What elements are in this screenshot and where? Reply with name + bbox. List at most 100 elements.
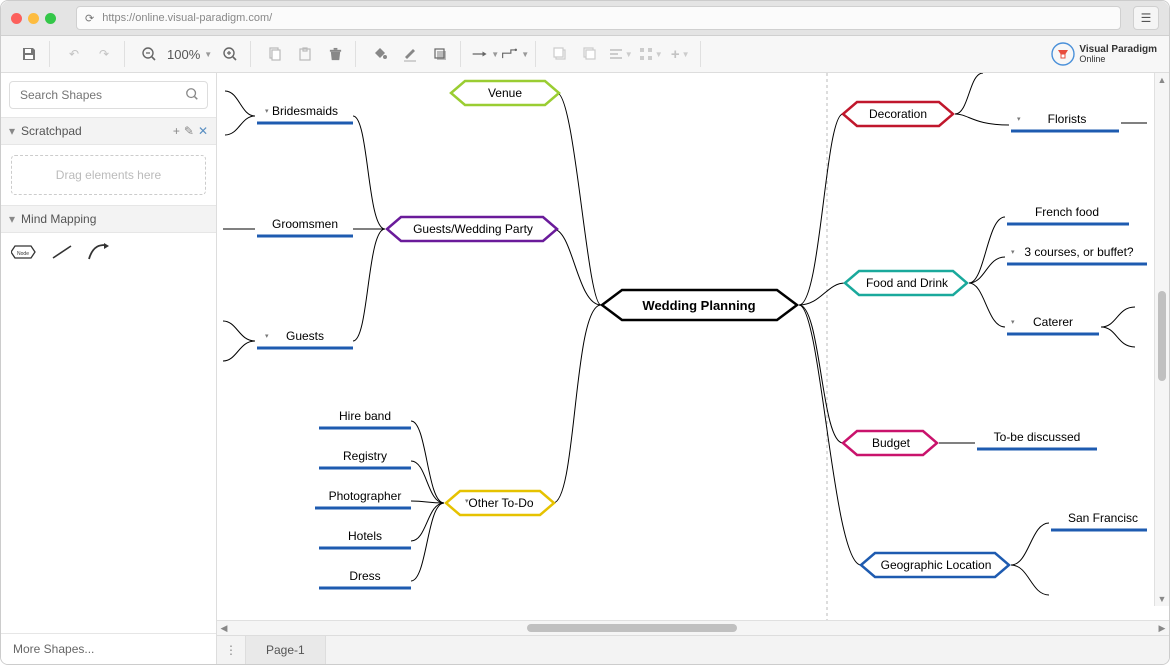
node-groomsmen[interactable]: Groomsmen — [257, 217, 353, 236]
search-icon[interactable] — [185, 87, 199, 104]
svg-text:▾: ▾ — [265, 333, 269, 340]
scratchpad-dropzone[interactable]: Drag elements here — [11, 155, 206, 195]
product-logo[interactable]: Visual ParadigmOnline — [1051, 42, 1161, 66]
svg-text:Guests/Wedding Party: Guests/Wedding Party — [413, 222, 533, 236]
svg-text:▾: ▾ — [1011, 319, 1015, 326]
diagram-canvas-area: ⋮ .conn{fill:none;stroke:#000;stroke-wid… — [217, 73, 1169, 664]
node-guests[interactable]: Guests ▾ — [257, 329, 353, 348]
address-bar[interactable]: ⟳ https://online.visual-paradigm.com/ — [76, 6, 1121, 30]
node-venue[interactable]: Venue — [451, 81, 559, 105]
scroll-right-icon[interactable]: ▶ — [1155, 621, 1169, 635]
svg-text:Other To-Do: Other To-Do — [468, 496, 533, 510]
svg-text:Groomsmen: Groomsmen — [272, 217, 338, 231]
node-geo[interactable]: Geographic Location — [861, 553, 1009, 577]
hscroll-thumb[interactable] — [527, 624, 737, 632]
undo-button[interactable]: ↶ — [60, 41, 88, 67]
node-decoration[interactable]: Decoration — [843, 102, 953, 126]
more-shapes-button[interactable]: More Shapes... — [1, 633, 216, 664]
node-hireband[interactable]: Hire band — [319, 409, 411, 428]
node-frenchfood[interactable]: French food — [1007, 205, 1129, 224]
node-photographer[interactable]: Photographer — [315, 489, 411, 508]
reload-icon[interactable]: ⟳ — [85, 12, 94, 25]
connection-style-button[interactable]: ▼ — [471, 41, 499, 67]
scratchpad-edit-icon[interactable]: ✎ — [184, 124, 194, 138]
branch-curve-stencil[interactable] — [87, 243, 111, 261]
svg-text:Hire band: Hire band — [339, 409, 391, 423]
svg-text:Decoration: Decoration — [869, 107, 927, 121]
scroll-down-icon[interactable]: ▼ — [1155, 592, 1169, 606]
svg-text:To-be discussed: To-be discussed — [994, 430, 1081, 444]
vertical-scrollbar[interactable]: ▲ ▼ — [1154, 73, 1169, 606]
page-menu-icon[interactable]: ⋮ — [217, 636, 246, 664]
node-3courses[interactable]: 3 courses, or buffet?▾ — [1007, 245, 1147, 264]
vscroll-thumb[interactable] — [1158, 291, 1166, 381]
node-stencil[interactable]: Node — [11, 244, 37, 260]
node-hotels[interactable]: Hotels — [319, 529, 411, 548]
node-gwp[interactable]: Guests/Wedding Party — [387, 217, 557, 241]
scratchpad-close-icon[interactable]: ✕ — [198, 124, 208, 138]
node-other[interactable]: Other To-Do ▾ — [446, 491, 554, 515]
node-registry[interactable]: Registry — [319, 449, 411, 468]
svg-text:San Francisc: San Francisc — [1068, 511, 1138, 525]
line-color-button[interactable] — [396, 41, 424, 67]
scroll-left-icon[interactable]: ◀ — [217, 621, 231, 635]
svg-text:▾: ▾ — [1017, 116, 1021, 123]
save-button[interactable] — [15, 41, 43, 67]
fill-color-button[interactable] — [366, 41, 394, 67]
scroll-up-icon[interactable]: ▲ — [1155, 73, 1169, 87]
to-back-button[interactable] — [576, 41, 604, 67]
svg-text:▾: ▾ — [1011, 249, 1015, 256]
svg-text:Bridesmaids: Bridesmaids — [272, 104, 338, 118]
scratchpad-add-icon[interactable]: + — [173, 124, 180, 138]
node-sanfrancisc[interactable]: San Francisc — [1051, 511, 1147, 530]
add-shape-button[interactable]: +▼ — [666, 41, 694, 67]
node-dress[interactable]: Dress — [319, 569, 411, 588]
page-tab[interactable]: Page-1 — [246, 636, 326, 664]
horizontal-scrollbar[interactable]: ◀ ▶ — [217, 620, 1169, 635]
branch-line-stencil[interactable] — [51, 244, 73, 260]
delete-button[interactable] — [321, 41, 349, 67]
search-shapes-input[interactable] — [9, 81, 208, 109]
main-toolbar: ↶ ↷ 100%▼ ▼ ▼ ▼ ▼ +▼ — [1, 36, 1169, 73]
svg-text:Dress: Dress — [349, 569, 380, 583]
collapse-icon[interactable]: ▾ — [9, 212, 15, 226]
svg-text:Florists: Florists — [1048, 112, 1087, 126]
svg-text:▾: ▾ — [465, 498, 469, 505]
svg-text:Guests: Guests — [286, 329, 324, 343]
waypoint-style-button[interactable]: ▼ — [501, 41, 529, 67]
node-tobediscussed[interactable]: To-be discussed — [977, 430, 1097, 449]
svg-text:Hotels: Hotels — [348, 529, 382, 543]
node-caterer[interactable]: Caterer ▾ — [1007, 315, 1099, 334]
svg-text:Venue: Venue — [488, 86, 522, 100]
minimize-window-dot[interactable] — [28, 13, 39, 24]
svg-text:Caterer: Caterer — [1033, 315, 1073, 329]
node-food[interactable]: Food and Drink — [845, 271, 967, 295]
copy-button[interactable] — [261, 41, 289, 67]
node-budget[interactable]: Budget — [843, 431, 937, 455]
node-root[interactable]: Wedding Planning — [602, 290, 797, 320]
scratchpad-header[interactable]: ▾ Scratchpad + ✎ ✕ — [1, 117, 216, 145]
mindmapping-header[interactable]: ▾ Mind Mapping — [1, 205, 216, 233]
mindmap-stencils: Node — [1, 233, 216, 271]
zoom-in-button[interactable] — [216, 41, 244, 67]
distribute-button[interactable]: ▼ — [636, 41, 664, 67]
to-front-button[interactable] — [546, 41, 574, 67]
svg-text:Wedding Planning: Wedding Planning — [642, 298, 755, 313]
svg-text:Registry: Registry — [343, 449, 387, 463]
zoom-out-button[interactable] — [135, 41, 163, 67]
zoom-level[interactable]: 100%▼ — [165, 47, 214, 62]
close-window-dot[interactable] — [11, 13, 22, 24]
node-florists[interactable]: Florists ▾ — [1011, 112, 1119, 131]
diagram-canvas[interactable]: .conn{fill:none;stroke:#000;stroke-width… — [217, 73, 1169, 620]
window-traffic-lights[interactable] — [11, 13, 56, 24]
align-button[interactable]: ▼ — [606, 41, 634, 67]
collapse-icon[interactable]: ▾ — [9, 124, 15, 138]
paste-button[interactable] — [291, 41, 319, 67]
redo-button[interactable]: ↷ — [90, 41, 118, 67]
browser-menu-icon[interactable]: ☰ — [1133, 6, 1159, 30]
svg-text:French food: French food — [1035, 205, 1099, 219]
svg-text:Geographic Location: Geographic Location — [881, 558, 992, 572]
maximize-window-dot[interactable] — [45, 13, 56, 24]
node-bridesmaids[interactable]: Bridesmaids ▾ — [257, 104, 353, 123]
shadow-button[interactable] — [426, 41, 454, 67]
